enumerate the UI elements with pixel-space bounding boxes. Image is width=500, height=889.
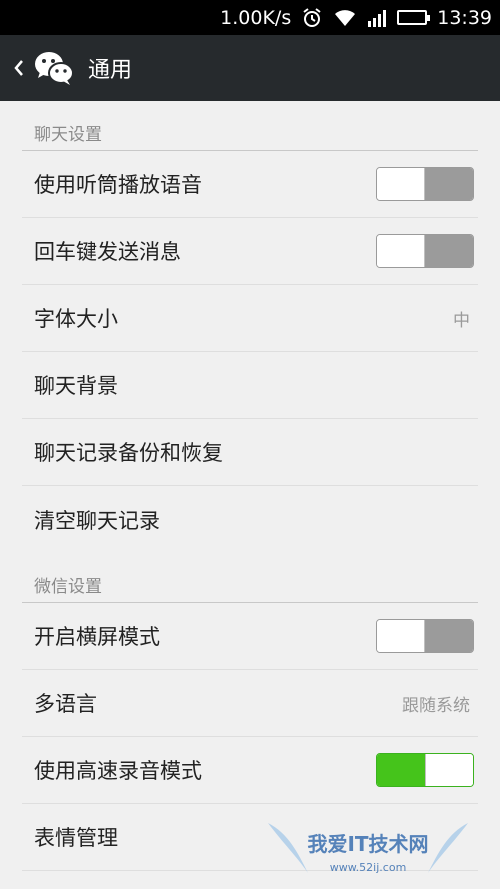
clock: 13:39 (437, 6, 492, 29)
network-speed: 1.00K/s (220, 6, 292, 29)
setting-enter-send[interactable]: 回车键发送消息 (22, 218, 478, 285)
enter-send-toggle[interactable] (376, 234, 474, 268)
setting-label: 聊天记录备份和恢复 (34, 441, 223, 465)
earpiece-toggle[interactable] (376, 167, 474, 201)
toggle-track (425, 620, 473, 652)
setting-hq-recording[interactable]: 使用高速录音模式 (22, 737, 478, 804)
page-title: 通用 (88, 58, 133, 83)
setting-language[interactable]: 多语言 跟随系统 (22, 670, 478, 737)
language-value: 跟随系统 (402, 695, 470, 716)
setting-landscape[interactable]: 开启横屏模式 (22, 603, 478, 670)
toggle-track (377, 754, 425, 786)
toggle-knob (377, 235, 426, 267)
setting-font-size[interactable]: 字体大小 中 (22, 285, 478, 352)
status-bar: 1.00K/s 13:39 (0, 0, 500, 35)
setting-label: 聊天背景 (34, 374, 118, 398)
setting-clear-history[interactable]: 清空聊天记录 (22, 486, 478, 553)
divider (22, 150, 478, 151)
font-size-value: 中 (453, 310, 470, 331)
setting-label: 多语言 (34, 692, 97, 716)
divider (22, 602, 478, 603)
section-title: 微信设置 (34, 577, 102, 597)
toggle-knob (377, 620, 426, 652)
setting-label: 字体大小 (34, 307, 118, 331)
hq-recording-toggle[interactable] (376, 753, 474, 787)
setting-chat-backup[interactable]: 聊天记录备份和恢复 (22, 419, 478, 486)
setting-label: 清空聊天记录 (34, 508, 160, 533)
wifi-icon (333, 8, 357, 28)
setting-label: 表情管理 (34, 826, 118, 850)
title-bar: 通用 (0, 35, 500, 101)
toggle-track (425, 168, 473, 200)
section-header-chat: 聊天设置 (0, 101, 500, 151)
setting-label: 使用听筒播放语音 (34, 173, 202, 197)
toggle-track (425, 235, 473, 267)
settings-list: 聊天设置 使用听筒播放语音 回车键发送消息 字体大小 中 聊天背景 聊天记录备份… (0, 101, 500, 889)
setting-label: 使用高速录音模式 (34, 759, 202, 783)
battery-icon (397, 10, 431, 25)
section-title: 聊天设置 (34, 125, 102, 145)
section-header-wechat: 微信设置 (0, 553, 500, 603)
setting-chat-background[interactable]: 聊天背景 (22, 352, 478, 419)
alarm-icon (301, 7, 323, 29)
signal-icon (367, 9, 387, 27)
setting-emoji-management[interactable]: 表情管理 (22, 804, 478, 871)
setting-label: 开启横屏模式 (34, 625, 160, 649)
setting-label: 回车键发送消息 (34, 240, 181, 264)
toggle-knob (424, 754, 473, 786)
setting-earpiece-voice[interactable]: 使用听筒播放语音 (22, 151, 478, 218)
toggle-knob (377, 168, 426, 200)
landscape-toggle[interactable] (376, 619, 474, 653)
back-arrow-icon[interactable] (6, 35, 32, 101)
wechat-logo-icon[interactable] (32, 46, 76, 90)
